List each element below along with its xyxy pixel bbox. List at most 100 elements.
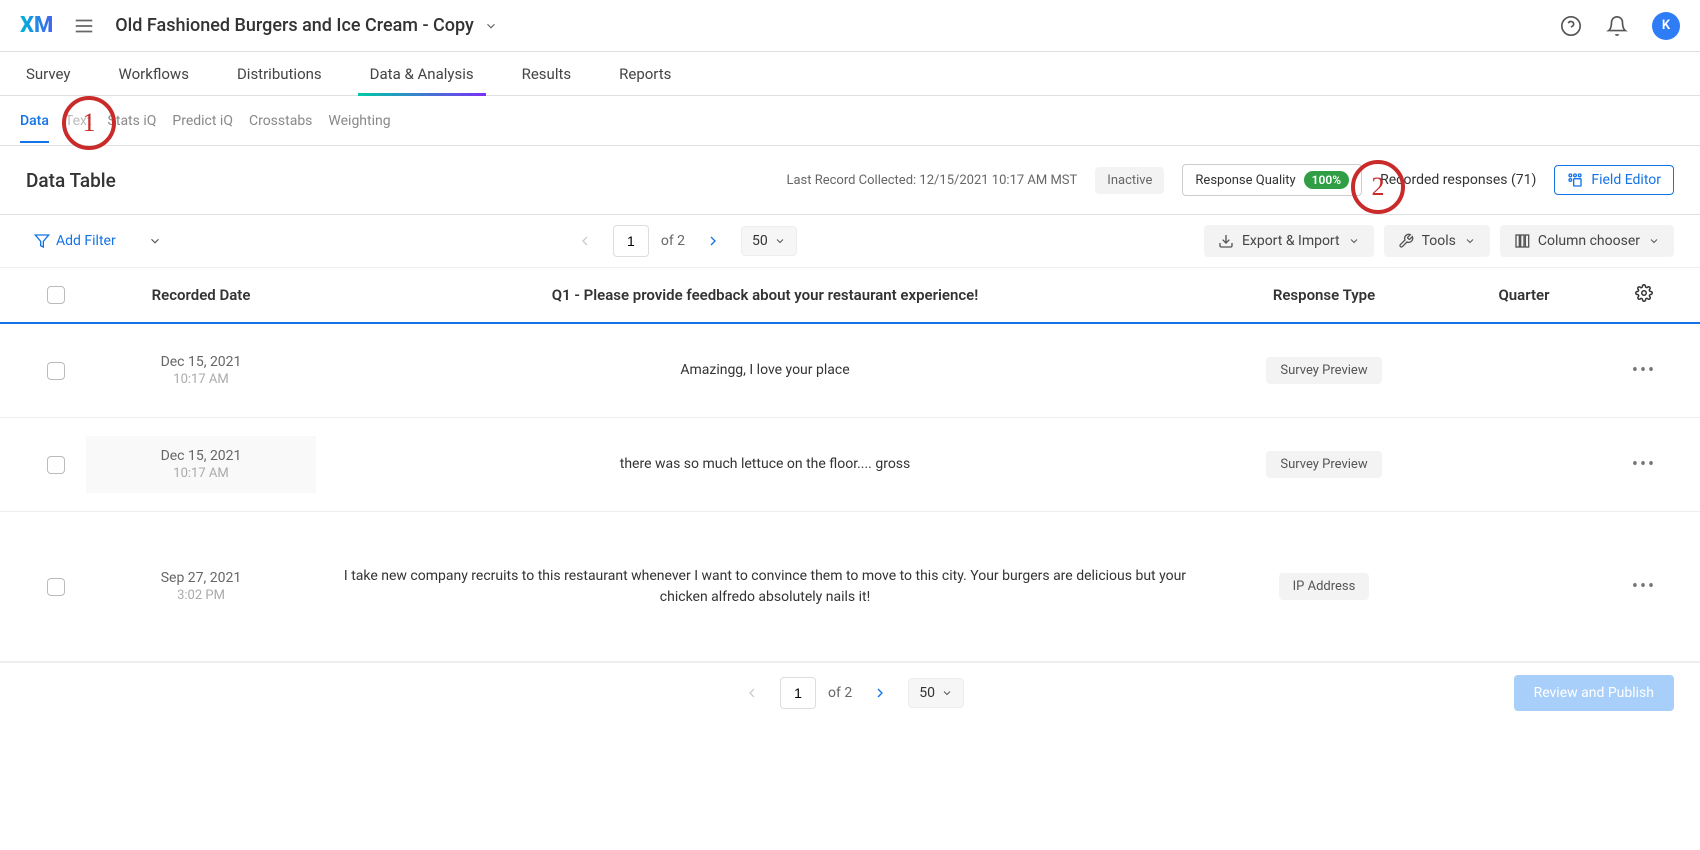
page-size-select[interactable]: 50 <box>908 678 964 708</box>
subtab-stats-iq[interactable]: Stats iQ <box>108 99 157 143</box>
subtab-text[interactable]: Text <box>65 99 92 143</box>
pager-top: of 2 50 <box>569 225 797 257</box>
project-title-dropdown[interactable]: Old Fashioned Burgers and Ice Cream - Co… <box>115 15 498 36</box>
response-quality-badge: 100% <box>1304 171 1349 189</box>
row-response-type: Survey Preview <box>1266 357 1381 384</box>
row-checkbox[interactable] <box>47 362 65 380</box>
export-import-label: Export & Import <box>1242 233 1340 249</box>
row-response-type: Survey Preview <box>1266 451 1381 478</box>
tab-reports[interactable]: Reports <box>619 52 671 95</box>
chevron-left-icon <box>744 685 760 701</box>
tools-button[interactable]: Tools <box>1384 225 1490 257</box>
col-header-quarter[interactable]: Quarter <box>1434 286 1614 304</box>
chevron-down-icon <box>148 234 162 248</box>
tab-workflows[interactable]: Workflows <box>119 52 189 95</box>
tab-data-analysis[interactable]: Data & Analysis <box>370 52 474 95</box>
chevron-left-icon <box>577 233 593 249</box>
page-next[interactable] <box>697 229 729 253</box>
row-actions-menu[interactable]: ••• <box>1632 360 1656 381</box>
export-import-button[interactable]: Export & Import <box>1204 225 1374 257</box>
tools-label: Tools <box>1422 233 1456 249</box>
chevron-down-icon <box>1648 235 1660 247</box>
topbar: XM Old Fashioned Burgers and Ice Cream -… <box>0 0 1700 52</box>
response-quality-label: Response Quality <box>1195 173 1295 188</box>
wrench-icon <box>1398 233 1414 249</box>
pager-bottom: of 2 50 <box>736 677 964 709</box>
row-checkbox[interactable] <box>47 578 65 596</box>
columns-icon <box>1514 233 1530 249</box>
page-number-input[interactable] <box>780 677 816 709</box>
inactive-toggle[interactable]: Inactive <box>1095 167 1164 194</box>
recorded-responses-count: Recorded responses (71) <box>1380 172 1536 188</box>
page-size-value: 50 <box>919 685 935 701</box>
table-row[interactable]: Dec 15, 2021 10:17 AM there was so much … <box>0 418 1700 512</box>
chevron-right-icon <box>705 233 721 249</box>
column-chooser-label: Column chooser <box>1538 233 1640 249</box>
row-date: Dec 15, 2021 <box>86 354 316 370</box>
subtab-weighting[interactable]: Weighting <box>328 99 390 143</box>
response-quality-button[interactable]: Response Quality 100% <box>1182 164 1362 196</box>
tab-distributions[interactable]: Distributions <box>237 52 322 95</box>
row-response-type: IP Address <box>1279 573 1370 600</box>
add-filter-button[interactable]: Add Filter <box>26 227 124 255</box>
menu-icon[interactable] <box>73 15 95 37</box>
page-prev[interactable] <box>736 681 768 705</box>
row-date: Sep 27, 2021 <box>86 570 316 586</box>
tab-survey[interactable]: Survey <box>26 52 71 95</box>
table-row[interactable]: Dec 15, 2021 10:17 AM Amazingg, I love y… <box>0 324 1700 418</box>
notifications-icon[interactable] <box>1606 15 1628 37</box>
last-record-collected: Last Record Collected: 12/15/2021 10:17 … <box>786 173 1077 188</box>
chevron-down-icon <box>1348 235 1360 247</box>
col-header-response-type[interactable]: Response Type <box>1214 286 1434 304</box>
row-date: Dec 15, 2021 <box>86 448 316 464</box>
subtab-data[interactable]: Data <box>20 99 49 143</box>
page-size-value: 50 <box>752 233 768 249</box>
field-editor-button[interactable]: Field Editor <box>1554 165 1674 195</box>
data-table: Recorded Date Q1 - Please provide feedba… <box>0 268 1700 662</box>
page-total-label: of 2 <box>661 233 685 249</box>
sub-tabs: Data Text Stats iQ Predict iQ Crosstabs … <box>0 96 1700 146</box>
chevron-down-icon <box>1464 235 1476 247</box>
table-settings-button[interactable] <box>1635 284 1653 302</box>
row-feedback: Amazingg, I love your place <box>336 360 1194 381</box>
chevron-down-icon <box>774 235 786 247</box>
chevron-down-icon <box>484 19 498 33</box>
project-title-text: Old Fashioned Burgers and Ice Cream - Co… <box>115 15 474 36</box>
row-time: 3:02 PM <box>86 588 316 603</box>
table-row[interactable]: Sep 27, 2021 3:02 PM I take new company … <box>0 512 1700 662</box>
review-publish-button[interactable]: Review and Publish <box>1514 675 1674 711</box>
table-header: Recorded Date Q1 - Please provide feedba… <box>0 268 1700 324</box>
footer: of 2 50 Review and Publish <box>0 662 1700 723</box>
subtab-predict-iq[interactable]: Predict iQ <box>172 99 233 143</box>
tab-results[interactable]: Results <box>522 52 572 95</box>
row-actions-menu[interactable]: ••• <box>1632 576 1656 597</box>
page-number-input[interactable] <box>613 225 649 257</box>
topbar-right: K <box>1560 12 1680 40</box>
column-chooser-button[interactable]: Column chooser <box>1500 225 1674 257</box>
row-time: 10:17 AM <box>86 372 316 387</box>
page-prev[interactable] <box>569 229 601 253</box>
row-feedback: there was so much lettuce on the floor..… <box>336 454 1194 475</box>
help-icon[interactable] <box>1560 15 1582 37</box>
subtab-crosstabs[interactable]: Crosstabs <box>249 99 312 143</box>
page-size-select[interactable]: 50 <box>741 226 797 256</box>
row-checkbox[interactable] <box>47 456 65 474</box>
filter-dropdown-toggle[interactable] <box>148 234 162 248</box>
row-time: 10:17 AM <box>86 466 316 481</box>
col-header-recorded-date[interactable]: Recorded Date <box>86 286 316 304</box>
row-actions-menu[interactable]: ••• <box>1632 454 1656 475</box>
row-feedback: I take new company recruits to this rest… <box>336 566 1194 608</box>
section-header: Data Table Last Record Collected: 12/15/… <box>0 146 1700 214</box>
avatar[interactable]: K <box>1652 12 1680 40</box>
main-tabs: Survey Workflows Distributions Data & An… <box>0 52 1700 96</box>
chevron-right-icon <box>872 685 888 701</box>
gear-icon <box>1635 284 1653 302</box>
add-filter-label: Add Filter <box>56 233 116 249</box>
filter-toolbar: Add Filter of 2 50 Export & Import Tools… <box>0 214 1700 268</box>
download-icon <box>1218 233 1234 249</box>
page-next[interactable] <box>864 681 896 705</box>
logo[interactable]: XM <box>20 13 53 38</box>
col-header-q1[interactable]: Q1 - Please provide feedback about your … <box>316 286 1214 304</box>
field-editor-label: Field Editor <box>1591 172 1661 188</box>
select-all-checkbox[interactable] <box>47 286 65 304</box>
